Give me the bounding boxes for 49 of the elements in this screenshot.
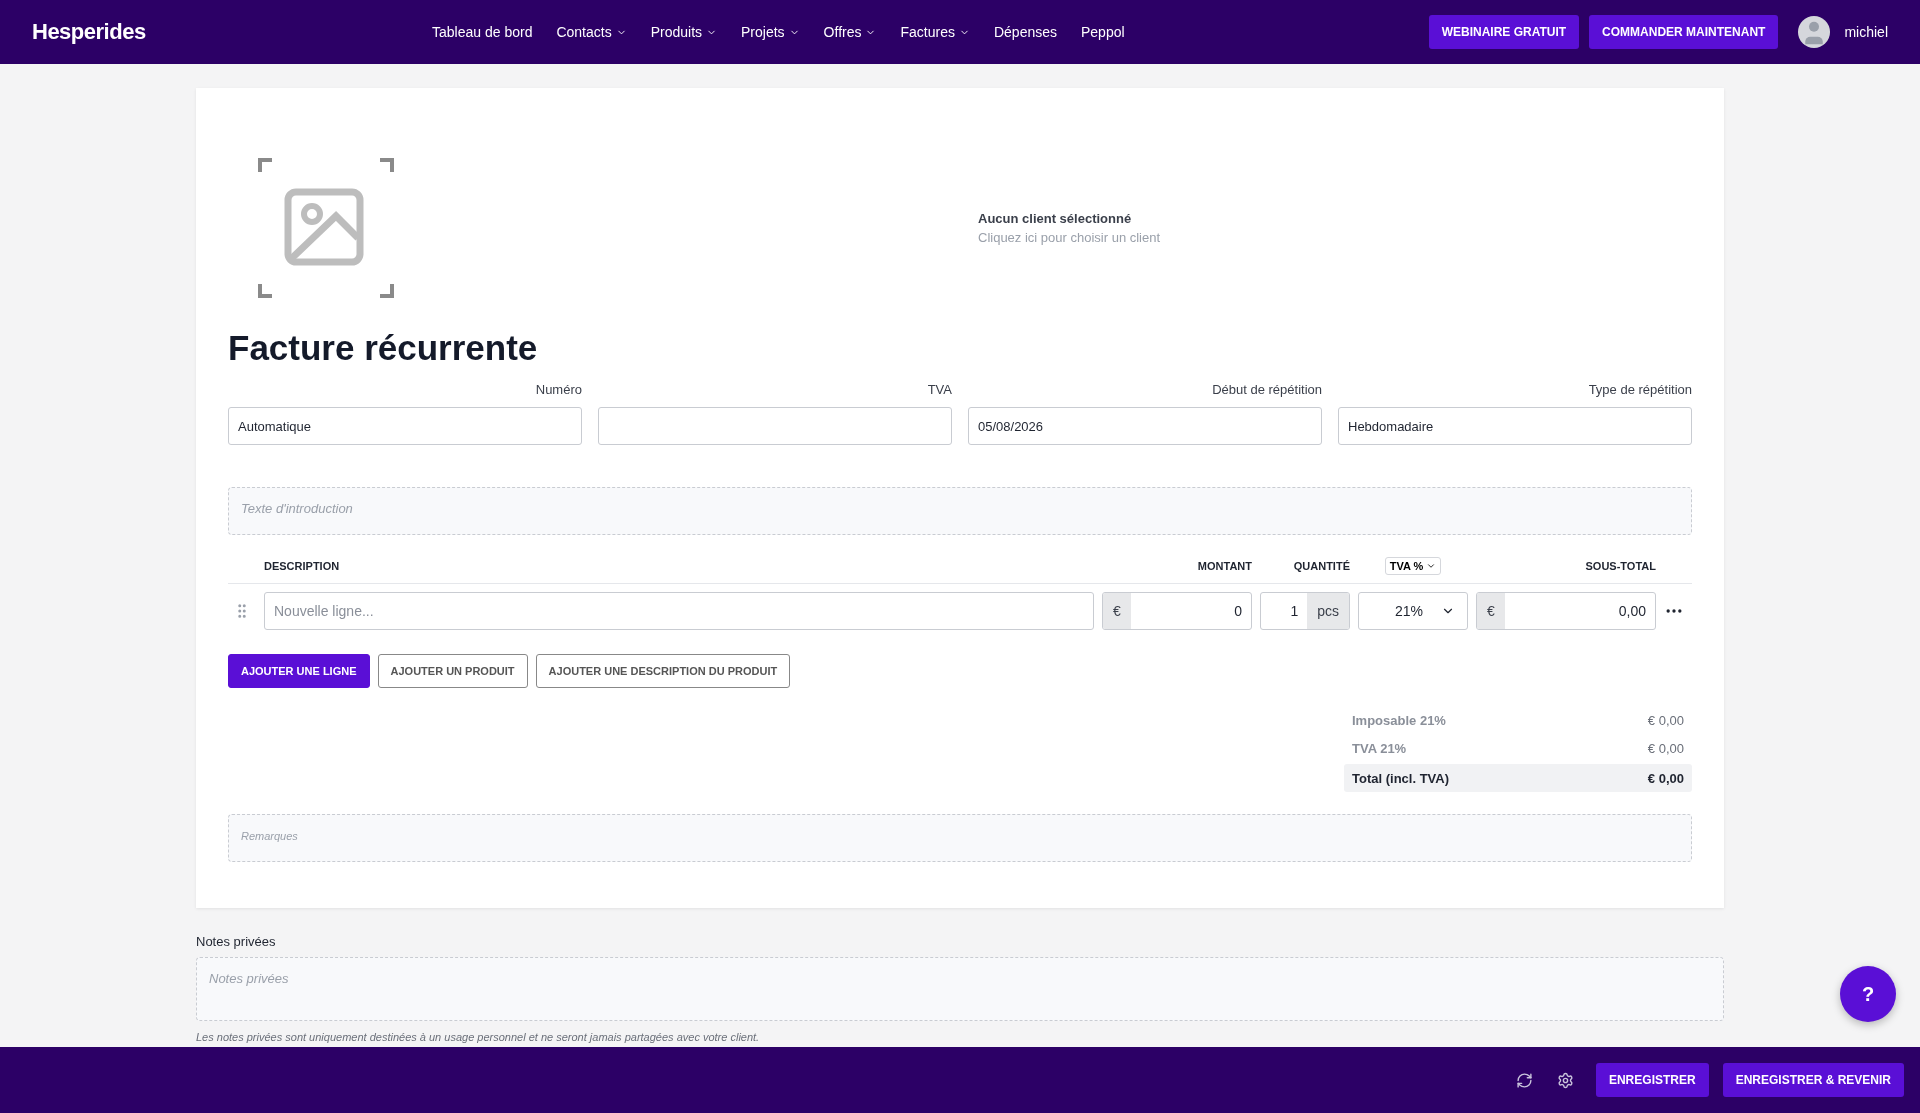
total-label: TVA 21%: [1352, 740, 1407, 756]
nav-link[interactable]: Peppol: [1081, 24, 1125, 40]
input-field[interactable]: [598, 407, 952, 445]
user-name[interactable]: michiel: [1844, 24, 1888, 40]
column-header: SOUS-TOTAL: [1584, 560, 1656, 572]
nav-link[interactable]: Contacts: [556, 24, 627, 40]
total-value: € 0,00: [1647, 770, 1684, 786]
notes-hint: Les notes privées sont uniquement destinées à un usage personnel et ne seront jamais partagées avec votre client.: [196, 1031, 761, 1043]
nav-link[interactable]: Offres: [823, 24, 877, 40]
field-label: Numéro: [535, 382, 582, 397]
chevron-down-icon: [1426, 561, 1437, 571]
field-label: Début de répétition: [1212, 382, 1322, 397]
input-field[interactable]: Automatique: [228, 407, 582, 445]
column-header: QUANTITÉ: [1292, 560, 1350, 572]
input-field[interactable]: Hebdomadaire: [1338, 407, 1692, 445]
add-button[interactable]: AJOUTER UNE DESCRIPTION DU PRODUIT: [535, 654, 791, 688]
nav-link[interactable]: Projets: [741, 24, 800, 40]
total-value: € 0,00: [1647, 740, 1684, 756]
amount-field[interactable]: € 0: [1102, 592, 1252, 630]
field-label: TVA: [927, 382, 952, 397]
save-button[interactable]: ENREGISTRER: [1595, 1063, 1709, 1097]
notes-label: Notes privées: [196, 934, 277, 949]
input-field[interactable]: 05/08/2026: [968, 407, 1322, 445]
nav-button[interactable]: WEBINAIRE GRATUIT: [1428, 15, 1580, 49]
vat-column-dropdown[interactable]: TVA %: [1384, 557, 1442, 575]
description-field[interactable]: Nouvelle ligne...: [264, 592, 1094, 630]
vat-select[interactable]: 21%: [1358, 592, 1468, 630]
avatar-icon[interactable]: [1798, 16, 1831, 48]
total-label: Imposable 21%: [1352, 712, 1446, 728]
page-title: Facture récurrente: [228, 328, 539, 368]
add-button[interactable]: AJOUTER UN PRODUIT: [377, 654, 528, 688]
total-value: € 0,00: [1647, 712, 1684, 728]
nav-link[interactable]: Dépenses: [993, 24, 1057, 40]
subtotal-field[interactable]: € 0,00: [1476, 592, 1656, 630]
add-button[interactable]: AJOUTER UNE LIGNE: [228, 654, 370, 688]
nav-link[interactable]: Factures: [900, 24, 970, 40]
client-title[interactable]: Aucun client sélectionné: [978, 211, 1161, 226]
nav-button[interactable]: COMMANDER MAINTENANT: [1589, 15, 1779, 49]
nav-link[interactable]: Produits: [650, 24, 718, 40]
save-button[interactable]: ENREGISTRER & REVENIR: [1722, 1063, 1904, 1097]
field-label: Type de répétition: [1588, 382, 1692, 397]
brand-logo[interactable]: Hesperides: [32, 19, 432, 45]
nav-link[interactable]: Tableau de bord: [432, 24, 533, 40]
column-header: MONTANT: [1196, 560, 1252, 572]
column-header: DESCRIPTION: [264, 560, 341, 572]
image-placeholder-icon[interactable]: [258, 158, 394, 298]
total-label: Total (incl. TVA): [1352, 770, 1449, 786]
help-button[interactable]: ?: [1840, 966, 1896, 1022]
quantity-field[interactable]: 1 pcs: [1260, 592, 1350, 630]
